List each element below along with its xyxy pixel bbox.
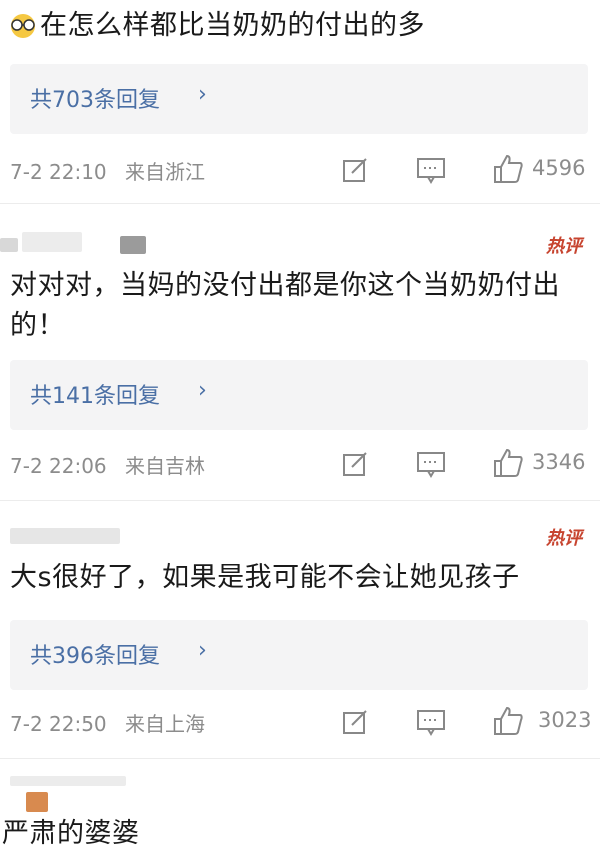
comment-text: 严肃的婆婆 — [2, 818, 140, 849]
hot-comment-badge: 热评 — [546, 236, 582, 257]
like-count: 3023 — [538, 708, 592, 732]
avatar — [26, 792, 48, 812]
share-icon[interactable] — [342, 709, 370, 735]
view-replies-link[interactable]: 共396条回复 — [30, 638, 160, 670]
divider — [0, 758, 600, 759]
comment-time: 7-2 22:06 — [10, 454, 107, 478]
comment-location: 来自浙江 — [125, 160, 206, 184]
comment-text: 对对对，当妈的没付出都是你这个当奶奶付出的！ — [10, 270, 560, 341]
comment-icon[interactable] — [416, 156, 446, 184]
comment-text: 大s很好了，如果是我可能不会让她见孩子 — [10, 562, 520, 593]
comment-icon[interactable] — [416, 708, 446, 736]
share-icon[interactable] — [342, 451, 370, 477]
like-count: 3346 — [532, 450, 586, 474]
hot-comment-badge: 热评 — [546, 528, 582, 549]
thumbs-up-icon[interactable] — [492, 705, 524, 737]
thumbs-up-icon[interactable] — [492, 447, 524, 479]
reply-box[interactable]: 共396条回复 › — [10, 620, 588, 690]
username — [120, 236, 146, 254]
reply-box[interactable]: 共703条回复 › — [10, 64, 588, 134]
view-replies-link[interactable]: 共703条回复 — [30, 82, 160, 114]
divider — [0, 500, 600, 501]
username — [22, 232, 82, 252]
emoji-glasses-icon — [11, 14, 35, 38]
view-replies-link[interactable]: 共141条回复 — [30, 378, 160, 410]
avatar — [0, 238, 18, 252]
comment-location: 来自上海 — [125, 712, 206, 736]
reply-box[interactable]: 共141条回复 › — [10, 360, 588, 430]
comment-meta: 7-2 22:06 来自吉林 — [10, 450, 205, 479]
username — [10, 776, 126, 786]
chevron-right-icon: › — [198, 378, 207, 403]
comment-meta: 7-2 22:10 来自浙江 — [10, 156, 205, 185]
share-icon[interactable] — [342, 157, 370, 183]
comment-text: 在怎么样都比当奶奶的付出的多 — [40, 10, 425, 41]
chevron-right-icon: › — [198, 82, 207, 107]
comment-meta: 7-2 22:50 来自上海 — [10, 708, 205, 737]
comment-icon[interactable] — [416, 450, 446, 478]
chevron-right-icon: › — [198, 638, 207, 663]
comment-time: 7-2 22:50 — [10, 712, 107, 736]
thumbs-up-icon[interactable] — [492, 153, 524, 185]
divider — [0, 203, 600, 204]
username — [10, 528, 120, 544]
comment-location: 来自吉林 — [125, 454, 206, 478]
comment-time: 7-2 22:10 — [10, 160, 107, 184]
like-count: 4596 — [532, 156, 586, 180]
